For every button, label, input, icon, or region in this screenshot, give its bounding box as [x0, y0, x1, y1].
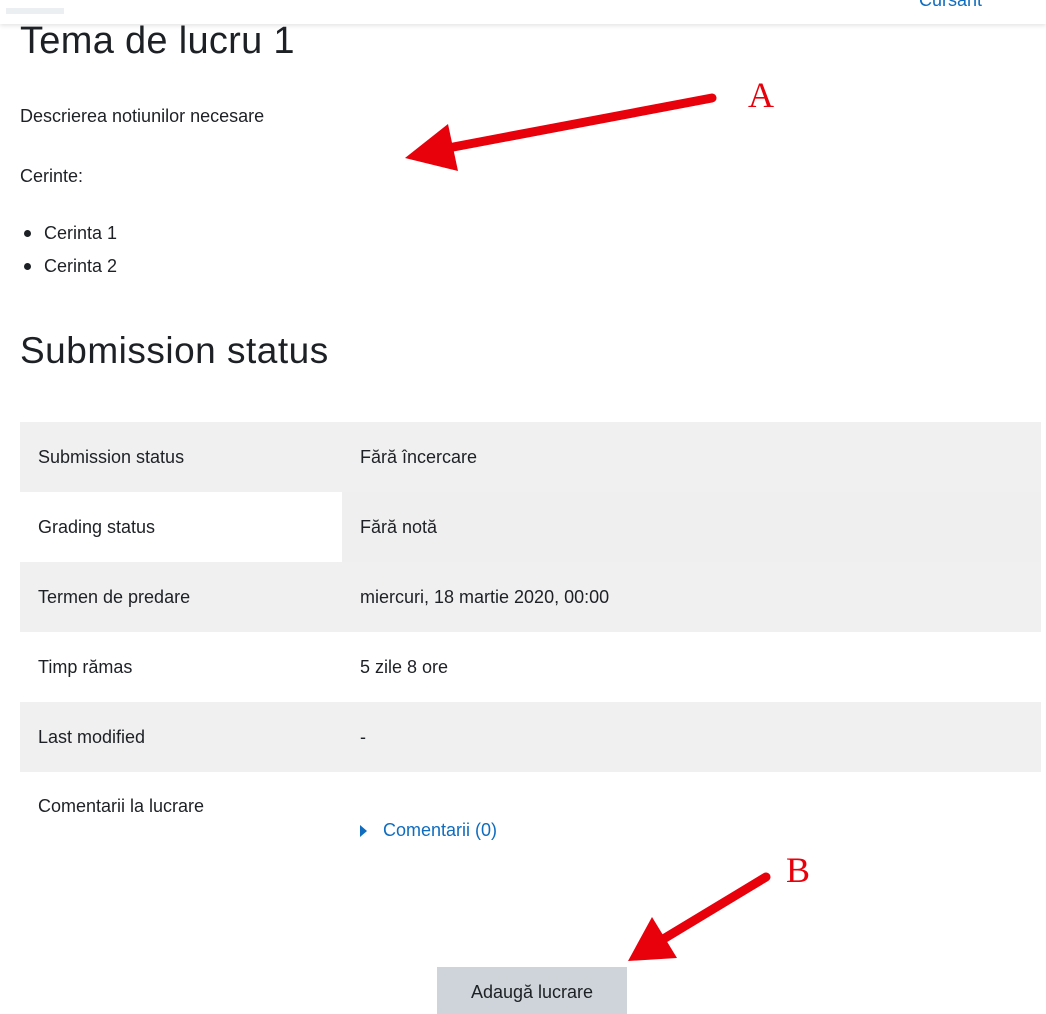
annotation-arrow-b-shaft [660, 872, 771, 943]
annotation-label-a: A [748, 75, 774, 115]
annotation-label-b: B [786, 850, 811, 890]
annotation-overlay [405, 93, 771, 961]
annotation-arrow-a-head [405, 124, 458, 171]
annotation-arrow-a-shaft [443, 93, 717, 153]
page: Cursant Tema de lucru 1 Descrierea notiu… [0, 0, 1046, 1014]
